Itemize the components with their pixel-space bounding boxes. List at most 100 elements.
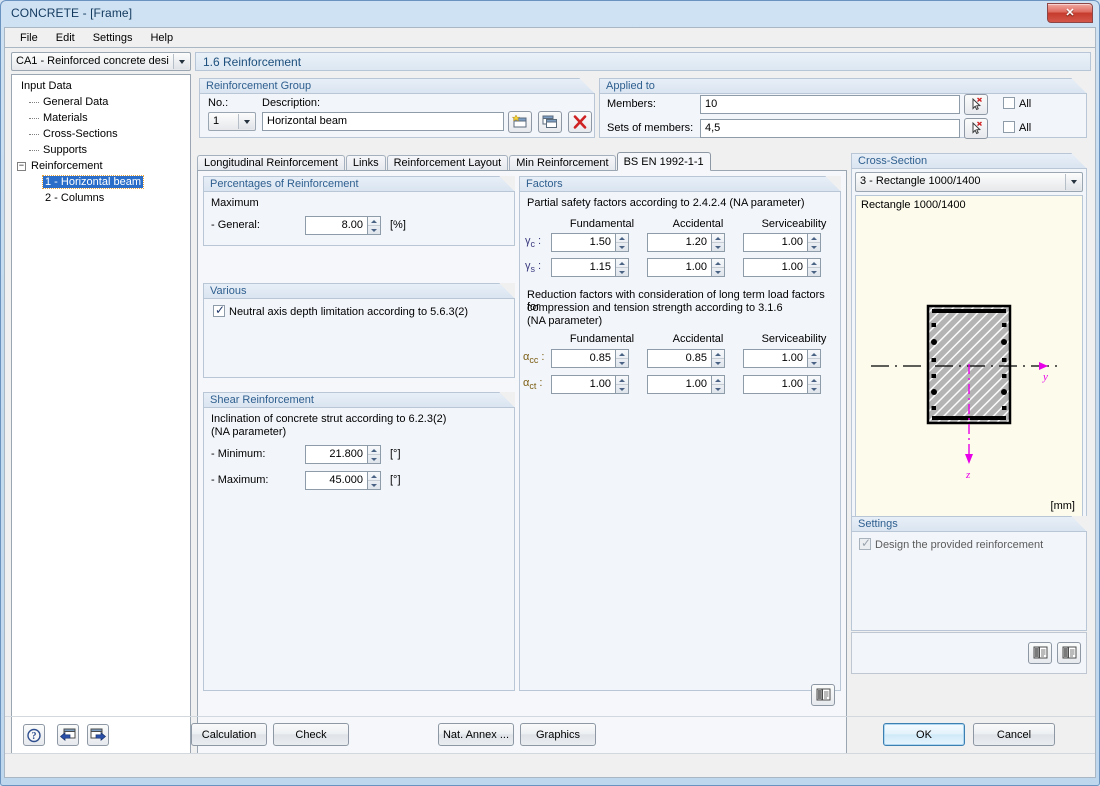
group-number-combo[interactable]: 1 [208,112,256,131]
spinner-up-icon[interactable] [712,234,724,243]
spinner-up-icon[interactable] [808,234,820,243]
alpha-cc-serviceability-stepper[interactable]: 1.00 [743,349,821,368]
spinner-up-icon[interactable] [368,217,380,226]
gamma-s-accidental-input[interactable]: 1.00 [647,258,711,277]
alpha-ct-fundamental-input[interactable]: 1.00 [551,375,615,394]
tree-item-2-columns[interactable]: 2 - Columns [15,190,190,206]
general-percentage-input[interactable]: 8.00 [305,216,367,235]
spinner-down-icon[interactable] [712,268,724,276]
tab-links[interactable]: Links [346,155,386,171]
neutral-axis-checkbox[interactable]: Neutral axis depth limitation according … [213,305,468,318]
tab-longitudinal-reinforcement[interactable]: Longitudinal Reinforcement [197,155,345,171]
spinner-up-icon[interactable] [616,376,628,385]
tab-reinforcement-layout[interactable]: Reinforcement Layout [387,155,509,171]
spinner-buttons[interactable] [367,445,381,464]
alpha-ct-serviceability-stepper[interactable]: 1.00 [743,375,821,394]
spinner-down-icon[interactable] [616,359,628,367]
spinner-down-icon[interactable] [616,268,628,276]
spinner-down-icon[interactable] [616,243,628,251]
tree-item-reinforcement[interactable]: −Reinforcement [15,158,190,174]
pick-cursor-icon[interactable] [964,94,988,115]
gamma-s-fundamental-stepper[interactable]: 1.15 [551,258,629,277]
spinner-down-icon[interactable] [712,243,724,251]
general-percentage-stepper[interactable]: 8.00 [305,216,381,235]
spinner-up-icon[interactable] [712,350,724,359]
nat-annex-button[interactable]: Nat. Annex ... [438,723,514,746]
description-input[interactable]: Horizontal beam [262,112,504,131]
spinner-down-icon[interactable] [808,243,820,251]
gamma-s-serviceability-input[interactable]: 1.00 [743,258,807,277]
alpha-cc-fundamental-input[interactable]: 0.85 [551,349,615,368]
chevron-down-icon[interactable] [173,54,189,69]
gamma-c-accidental-stepper[interactable]: 1.20 [647,233,725,252]
graphics-button[interactable]: Graphics [520,723,596,746]
gamma-s-fundamental-input[interactable]: 1.15 [551,258,615,277]
alpha-ct-fundamental-stepper[interactable]: 1.00 [551,375,629,394]
tree-item-1-horizontal-beam[interactable]: 1 - Horizontal beam [15,174,190,190]
shear-maximum-input[interactable]: 45.000 [305,471,367,490]
details-list-icon[interactable] [1057,642,1081,664]
spinner-up-icon[interactable] [616,350,628,359]
spinner-up-icon[interactable] [712,376,724,385]
gamma-c-serviceability-input[interactable]: 1.00 [743,233,807,252]
design-provided-reinforcement-checkbox[interactable]: Design the provided reinforcement [859,538,1043,551]
spinner-up-icon[interactable] [808,350,820,359]
spinner-buttons[interactable] [367,471,381,490]
spinner-down-icon[interactable] [368,226,380,234]
copy-window-icon[interactable] [538,111,562,133]
tree-item-supports[interactable]: Supports [15,142,190,158]
gamma-c-fundamental-input[interactable]: 1.50 [551,233,615,252]
spinner-down-icon[interactable] [368,481,380,489]
alpha-cc-serviceability-input[interactable]: 1.00 [743,349,807,368]
chevron-down-icon[interactable] [1065,174,1081,190]
gamma-c-fundamental-stepper[interactable]: 1.50 [551,233,629,252]
cross-section-combo[interactable]: 3 - Rectangle 1000/1400 [855,172,1083,192]
chevron-down-icon[interactable] [238,114,254,129]
ok-button[interactable]: OK [883,723,965,746]
menu-item-edit[interactable]: Edit [47,30,84,46]
spinner-down-icon[interactable] [712,359,724,367]
all-members-checkbox[interactable]: All [1003,97,1031,110]
menu-item-file[interactable]: File [11,30,47,46]
spinner-up-icon[interactable] [808,259,820,268]
details-list-icon[interactable] [811,684,835,706]
spinner-down-icon[interactable] [712,385,724,393]
new-window-icon[interactable] [508,111,532,133]
shear-maximum-stepper[interactable]: 45.000 [305,471,381,490]
menu-item-help[interactable]: Help [141,30,182,46]
design-case-combo[interactable]: CA1 - Reinforced concrete desi [11,52,191,71]
alpha-ct-accidental-stepper[interactable]: 1.00 [647,375,725,394]
gamma-s-accidental-stepper[interactable]: 1.00 [647,258,725,277]
cancel-button[interactable]: Cancel [973,723,1055,746]
spinner-up-icon[interactable] [368,472,380,481]
spinner-up-icon[interactable] [808,376,820,385]
spinner-down-icon[interactable] [808,268,820,276]
gamma-c-serviceability-stepper[interactable]: 1.00 [743,233,821,252]
menu-item-settings[interactable]: Settings [84,30,142,46]
close-icon[interactable]: ✕ [1047,3,1093,23]
all-sets-checkbox[interactable]: All [1003,121,1031,134]
members-input[interactable]: 10 [700,95,960,114]
gamma-s-serviceability-stepper[interactable]: 1.00 [743,258,821,277]
previous-arrow-icon[interactable] [57,724,79,746]
navigator-tree[interactable]: Input Data General Data Materials Cross-… [11,74,191,758]
tree-item-general-data[interactable]: General Data [15,94,190,110]
tab-min-reinforcement[interactable]: Min Reinforcement [509,155,615,171]
shear-minimum-input[interactable]: 21.800 [305,445,367,464]
alpha-ct-serviceability-input[interactable]: 1.00 [743,375,807,394]
tree-item-cross-sections[interactable]: Cross-Sections [15,126,190,142]
spinner-up-icon[interactable] [616,234,628,243]
pick-cursor-icon[interactable] [964,118,988,139]
alpha-cc-accidental-input[interactable]: 0.85 [647,349,711,368]
help-question-icon[interactable]: ? [23,724,45,746]
tree-item-input-data[interactable]: Input Data [15,78,190,94]
spinner-down-icon[interactable] [616,385,628,393]
tree-item-materials[interactable]: Materials [15,110,190,126]
spinner-up-icon[interactable] [616,259,628,268]
details-list-icon[interactable] [1028,642,1052,664]
gamma-c-accidental-input[interactable]: 1.20 [647,233,711,252]
spinner-down-icon[interactable] [808,359,820,367]
tab-bs-en-1992-1-1[interactable]: BS EN 1992-1-1 [617,152,711,171]
collapse-icon[interactable]: − [17,162,26,171]
calculation-button[interactable]: Calculation [191,723,267,746]
